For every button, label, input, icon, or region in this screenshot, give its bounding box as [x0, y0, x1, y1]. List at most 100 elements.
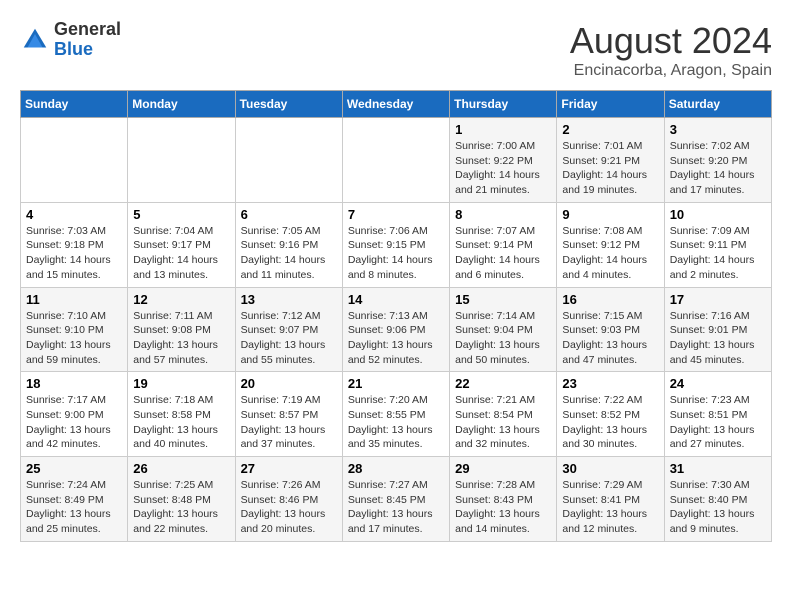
day-number: 13 [241, 292, 337, 307]
page-header: General Blue August 2024 Encinacorba, Ar… [20, 20, 772, 80]
header-day-sunday: Sunday [21, 91, 128, 118]
day-number: 11 [26, 292, 122, 307]
day-info: Sunrise: 7:23 AM Sunset: 8:51 PM Dayligh… [670, 393, 766, 452]
logo-general-text: General [54, 19, 121, 39]
day-info: Sunrise: 7:17 AM Sunset: 9:00 PM Dayligh… [26, 393, 122, 452]
calendar-week-row: 4Sunrise: 7:03 AM Sunset: 9:18 PM Daylig… [21, 202, 772, 287]
day-info: Sunrise: 7:07 AM Sunset: 9:14 PM Dayligh… [455, 224, 551, 283]
day-info: Sunrise: 7:06 AM Sunset: 9:15 PM Dayligh… [348, 224, 444, 283]
calendar-cell: 5 Sunrise: 7:04 AM Sunset: 9:17 PM Daylig… [128, 202, 235, 287]
calendar-cell: 12 Sunrise: 7:11 AM Sunset: 9:08 PM Dayli… [128, 287, 235, 372]
calendar-week-row: 25 Sunrise: 7:24 AM Sunset: 8:49 PM Dayli… [21, 457, 772, 542]
day-number: 8 [455, 207, 551, 222]
day-number: 12 [133, 292, 229, 307]
day-info: Sunrise: 7:01 AM Sunset: 9:21 PM Dayligh… [562, 139, 658, 198]
header-day-thursday: Thursday [450, 91, 557, 118]
day-number: 19 [133, 376, 229, 391]
calendar-cell: 15 Sunrise: 7:14 AM Sunset: 9:04 PM Dayli… [450, 287, 557, 372]
logo-blue-text: Blue [54, 39, 93, 59]
day-number: 3 [670, 122, 766, 137]
day-number: 29 [455, 461, 551, 476]
calendar-cell: 21Sunrise: 7:20 AM Sunset: 8:55 PM Dayli… [342, 372, 449, 457]
day-number: 5 [133, 207, 229, 222]
day-info: Sunrise: 7:20 AM Sunset: 8:55 PM Dayligh… [348, 393, 444, 452]
calendar-cell: 14 Sunrise: 7:13 AM Sunset: 9:06 PM Dayli… [342, 287, 449, 372]
day-number: 30 [562, 461, 658, 476]
day-number: 17 [670, 292, 766, 307]
logo-icon [20, 25, 50, 55]
calendar-cell: 27Sunrise: 7:26 AM Sunset: 8:46 PM Dayli… [235, 457, 342, 542]
day-info: Sunrise: 7:25 AM Sunset: 8:48 PM Dayligh… [133, 478, 229, 537]
day-number: 6 [241, 207, 337, 222]
day-number: 23 [562, 376, 658, 391]
day-number: 26 [133, 461, 229, 476]
calendar-cell: 1 Sunrise: 7:00 AM Sunset: 9:22 PM Daylig… [450, 118, 557, 203]
calendar-cell: 25 Sunrise: 7:24 AM Sunset: 8:49 PM Dayli… [21, 457, 128, 542]
calendar-cell: 19Sunrise: 7:18 AM Sunset: 8:58 PM Dayli… [128, 372, 235, 457]
calendar-header-row: SundayMondayTuesdayWednesdayThursdayFrid… [21, 91, 772, 118]
calendar-cell: 30 Sunrise: 7:29 AM Sunset: 8:41 PM Dayli… [557, 457, 664, 542]
calendar-cell: 22Sunrise: 7:21 AM Sunset: 8:54 PM Dayli… [450, 372, 557, 457]
day-number: 15 [455, 292, 551, 307]
day-info: Sunrise: 7:16 AM Sunset: 9:01 PM Dayligh… [670, 309, 766, 368]
calendar-week-row: 1 Sunrise: 7:00 AM Sunset: 9:22 PM Daylig… [21, 118, 772, 203]
day-info: Sunrise: 7:00 AM Sunset: 9:22 PM Dayligh… [455, 139, 551, 198]
calendar-cell [128, 118, 235, 203]
day-info: Sunrise: 7:04 AM Sunset: 9:17 PM Dayligh… [133, 224, 229, 283]
day-number: 2 [562, 122, 658, 137]
day-info: Sunrise: 7:05 AM Sunset: 9:16 PM Dayligh… [241, 224, 337, 283]
calendar-cell: 17 Sunrise: 7:16 AM Sunset: 9:01 PM Dayli… [664, 287, 771, 372]
calendar-cell: 31 Sunrise: 7:30 AM Sunset: 8:40 PM Dayli… [664, 457, 771, 542]
day-info: Sunrise: 7:03 AM Sunset: 9:18 PM Dayligh… [26, 224, 122, 283]
header-day-wednesday: Wednesday [342, 91, 449, 118]
day-number: 1 [455, 122, 551, 137]
calendar-cell: 26 Sunrise: 7:25 AM Sunset: 8:48 PM Dayli… [128, 457, 235, 542]
day-info: Sunrise: 7:10 AM Sunset: 9:10 PM Dayligh… [26, 309, 122, 368]
day-info: Sunrise: 7:11 AM Sunset: 9:08 PM Dayligh… [133, 309, 229, 368]
calendar-cell: 8 Sunrise: 7:07 AM Sunset: 9:14 PM Daylig… [450, 202, 557, 287]
day-number: 9 [562, 207, 658, 222]
calendar-cell: 24 Sunrise: 7:23 AM Sunset: 8:51 PM Dayli… [664, 372, 771, 457]
calendar-cell: 7Sunrise: 7:06 AM Sunset: 9:15 PM Daylig… [342, 202, 449, 287]
day-info: Sunrise: 7:29 AM Sunset: 8:41 PM Dayligh… [562, 478, 658, 537]
day-number: 24 [670, 376, 766, 391]
title-block: August 2024 Encinacorba, Aragon, Spain [570, 20, 772, 80]
header-day-friday: Friday [557, 91, 664, 118]
calendar-week-row: 11 Sunrise: 7:10 AM Sunset: 9:10 PM Dayli… [21, 287, 772, 372]
day-number: 28 [348, 461, 444, 476]
calendar-cell: 13 Sunrise: 7:12 AM Sunset: 9:07 PM Dayli… [235, 287, 342, 372]
calendar-cell: 23 Sunrise: 7:22 AM Sunset: 8:52 PM Dayli… [557, 372, 664, 457]
day-info: Sunrise: 7:08 AM Sunset: 9:12 PM Dayligh… [562, 224, 658, 283]
day-info: Sunrise: 7:12 AM Sunset: 9:07 PM Dayligh… [241, 309, 337, 368]
calendar-cell [342, 118, 449, 203]
header-day-saturday: Saturday [664, 91, 771, 118]
calendar-cell: 9 Sunrise: 7:08 AM Sunset: 9:12 PM Daylig… [557, 202, 664, 287]
calendar-cell: 10 Sunrise: 7:09 AM Sunset: 9:11 PM Dayli… [664, 202, 771, 287]
day-number: 18 [26, 376, 122, 391]
day-info: Sunrise: 7:28 AM Sunset: 8:43 PM Dayligh… [455, 478, 551, 537]
calendar-table: SundayMondayTuesdayWednesdayThursdayFrid… [20, 90, 772, 542]
day-info: Sunrise: 7:30 AM Sunset: 8:40 PM Dayligh… [670, 478, 766, 537]
calendar-cell [235, 118, 342, 203]
day-number: 25 [26, 461, 122, 476]
day-number: 10 [670, 207, 766, 222]
day-number: 27 [241, 461, 337, 476]
day-number: 20 [241, 376, 337, 391]
day-info: Sunrise: 7:14 AM Sunset: 9:04 PM Dayligh… [455, 309, 551, 368]
calendar-cell: 6 Sunrise: 7:05 AM Sunset: 9:16 PM Daylig… [235, 202, 342, 287]
day-number: 14 [348, 292, 444, 307]
calendar-cell: 4Sunrise: 7:03 AM Sunset: 9:18 PM Daylig… [21, 202, 128, 287]
day-info: Sunrise: 7:13 AM Sunset: 9:06 PM Dayligh… [348, 309, 444, 368]
day-number: 16 [562, 292, 658, 307]
day-info: Sunrise: 7:24 AM Sunset: 8:49 PM Dayligh… [26, 478, 122, 537]
calendar-cell: 3Sunrise: 7:02 AM Sunset: 9:20 PM Daylig… [664, 118, 771, 203]
day-info: Sunrise: 7:22 AM Sunset: 8:52 PM Dayligh… [562, 393, 658, 452]
day-info: Sunrise: 7:19 AM Sunset: 8:57 PM Dayligh… [241, 393, 337, 452]
calendar-cell [21, 118, 128, 203]
location-subtitle: Encinacorba, Aragon, Spain [570, 62, 772, 80]
day-info: Sunrise: 7:27 AM Sunset: 8:45 PM Dayligh… [348, 478, 444, 537]
day-number: 31 [670, 461, 766, 476]
month-year-title: August 2024 [570, 20, 772, 62]
day-info: Sunrise: 7:09 AM Sunset: 9:11 PM Dayligh… [670, 224, 766, 283]
calendar-cell: 16Sunrise: 7:15 AM Sunset: 9:03 PM Dayli… [557, 287, 664, 372]
